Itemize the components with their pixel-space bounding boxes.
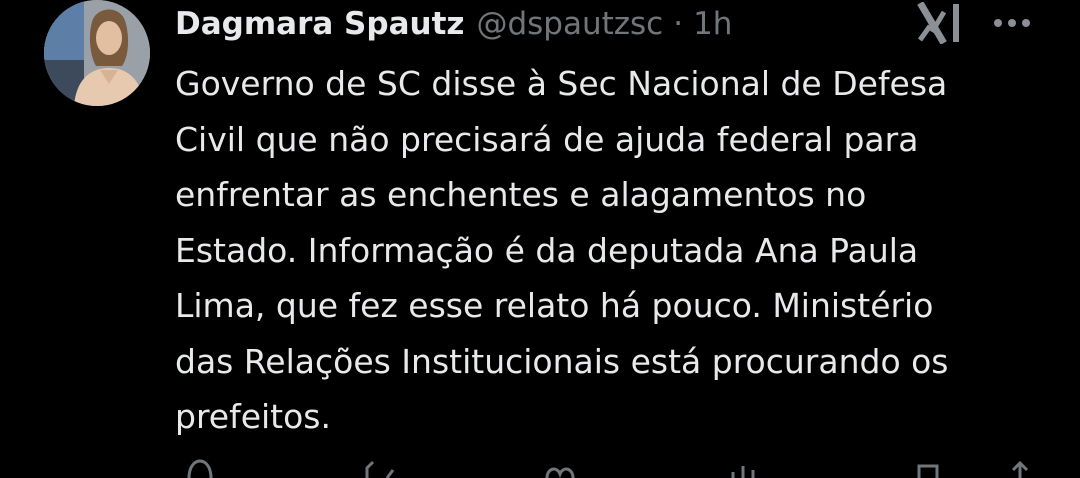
tweet-actions <box>175 458 1055 478</box>
more-icon[interactable] <box>990 10 1034 36</box>
tweet: Dagmara Spautz @dspautzsc · 1h Governo d… <box>0 0 1080 478</box>
bookmark-icon[interactable] <box>913 458 943 478</box>
separator-dot: · <box>673 6 684 42</box>
avatar[interactable] <box>44 0 150 106</box>
share-icon[interactable] <box>1005 458 1035 478</box>
like-icon[interactable] <box>543 458 577 478</box>
author-display-name[interactable]: Dagmara Spautz <box>175 6 464 42</box>
views-icon[interactable] <box>727 458 761 478</box>
grok-icon[interactable] <box>916 1 962 45</box>
tweet-timestamp[interactable]: 1h <box>693 6 732 42</box>
reply-icon[interactable] <box>185 458 215 478</box>
tweet-text: Governo de SC disse à Sec Nacional de De… <box>175 64 949 436</box>
author-handle[interactable]: @dspautzsc <box>476 6 663 42</box>
tweet-header: Dagmara Spautz @dspautzsc · 1h <box>175 2 732 46</box>
retweet-icon[interactable] <box>363 458 397 478</box>
